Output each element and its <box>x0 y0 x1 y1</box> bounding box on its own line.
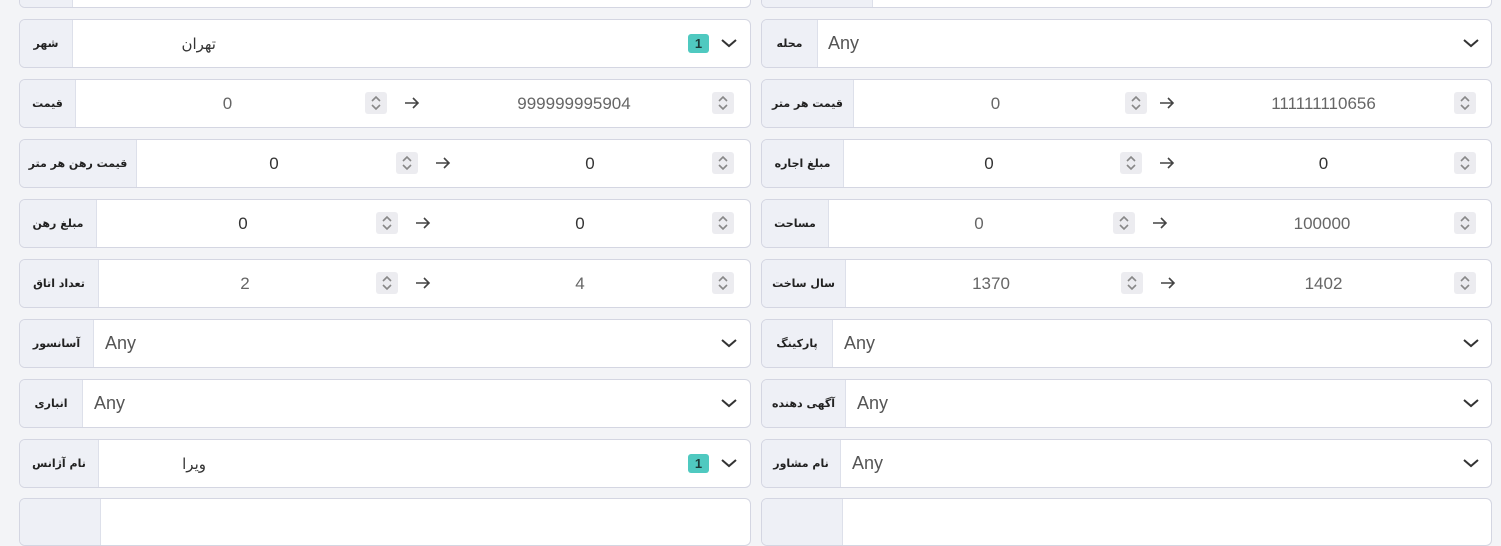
up-down-spinner-icon[interactable] <box>712 212 734 234</box>
rent-to-input[interactable]: 0 <box>1182 140 1465 187</box>
chevron-down-icon[interactable] <box>720 337 738 349</box>
arrow-right-icon <box>416 217 431 229</box>
up-down-spinner-icon[interactable] <box>1454 272 1476 294</box>
up-down-spinner-icon[interactable] <box>1125 92 1147 114</box>
up-down-spinner-icon[interactable] <box>376 272 398 294</box>
area-label: مساحت <box>762 200 829 247</box>
chevron-down-icon[interactable] <box>720 457 738 469</box>
neighborhood-value: Any <box>828 33 860 53</box>
up-down-spinner-icon[interactable] <box>712 92 734 114</box>
build-year-to-input[interactable]: 1402 <box>1182 260 1465 307</box>
chevron-down-icon[interactable] <box>720 397 738 409</box>
rent-label: مبلغ اجاره <box>762 140 844 187</box>
price-label: قیمت <box>20 80 76 127</box>
deposit-per-meter-to-input[interactable]: 0 <box>460 140 720 187</box>
field-label-bg <box>762 0 873 7</box>
arrow-right-icon <box>405 97 420 109</box>
advertiser-label: آگهی دهنده <box>762 380 846 427</box>
up-down-spinner-icon[interactable] <box>1120 152 1142 174</box>
price-per-meter-label: قیمت هر متر <box>762 80 854 127</box>
chevron-down-icon[interactable] <box>1462 397 1480 409</box>
arrow-right-icon <box>1160 157 1175 169</box>
neighborhood-select[interactable]: محله Any <box>761 19 1492 68</box>
chevron-down-icon[interactable] <box>1462 337 1480 349</box>
price-range: قیمت 0 999999995904 <box>19 79 751 128</box>
consultant-value: Any <box>852 453 884 473</box>
up-down-spinner-icon[interactable] <box>1454 92 1476 114</box>
rooms-to-input[interactable]: 4 <box>440 260 720 307</box>
field-label-bg <box>762 499 843 545</box>
agency-count-badge: 1 <box>688 454 709 473</box>
agency-select[interactable]: نام آژانس ویرا 1 <box>19 439 751 488</box>
arrow-right-icon <box>1153 217 1168 229</box>
rooms-label: تعداد اتاق <box>20 260 99 307</box>
consultant-select[interactable]: نام مشاور Any <box>761 439 1492 488</box>
up-down-spinner-icon[interactable] <box>396 152 418 174</box>
build-year-from-input[interactable]: 1370 <box>846 260 1136 307</box>
storage-select[interactable]: انباری Any <box>19 379 751 428</box>
up-down-spinner-icon[interactable] <box>712 152 734 174</box>
deposit-per-meter-from-input[interactable]: 0 <box>137 140 411 187</box>
up-down-spinner-icon[interactable] <box>712 272 734 294</box>
rent-from-input[interactable]: 0 <box>844 140 1134 187</box>
area-range: مساحت 0 100000 <box>761 199 1492 248</box>
city-value: تهران <box>181 34 216 53</box>
up-down-spinner-icon[interactable] <box>1121 272 1143 294</box>
build-year-range: سال ساخت 1370 1402 <box>761 259 1492 308</box>
chevron-down-icon[interactable] <box>1462 37 1480 49</box>
parking-select[interactable]: پارکینگ Any <box>761 319 1492 368</box>
up-down-spinner-icon[interactable] <box>365 92 387 114</box>
build-year-label: سال ساخت <box>762 260 846 307</box>
elevator-select[interactable]: آسانسور Any <box>19 319 751 368</box>
up-down-spinner-icon[interactable] <box>1113 212 1135 234</box>
elevator-value: Any <box>105 333 137 353</box>
rooms-from-input[interactable]: 2 <box>99 260 391 307</box>
arrow-right-icon <box>416 277 431 289</box>
parking-label: پارکینگ <box>762 320 833 367</box>
area-to-input[interactable]: 100000 <box>1177 200 1467 247</box>
price-per-meter-to-input[interactable]: 111111110656 <box>1182 80 1465 127</box>
storage-value: Any <box>94 393 126 413</box>
city-select[interactable]: شهر تهران 1 <box>19 19 751 68</box>
consultant-label: نام مشاور <box>762 440 841 487</box>
up-down-spinner-icon[interactable] <box>1454 212 1476 234</box>
agency-value: ویرا <box>182 454 206 473</box>
field-label-bg <box>20 499 101 545</box>
deposit-per-meter-range: قیمت رهن هر متر 0 0 <box>19 139 751 188</box>
up-down-spinner-icon[interactable] <box>1454 152 1476 174</box>
price-per-meter-range: قیمت هر متر 0 111111110656 <box>761 79 1492 128</box>
field-label-bg <box>20 0 73 7</box>
rooms-range: تعداد اتاق 2 4 <box>19 259 751 308</box>
city-label: شهر <box>20 20 73 67</box>
neighborhood-label: محله <box>762 20 818 67</box>
arrow-right-icon <box>1160 97 1175 109</box>
deposit-from-input[interactable]: 0 <box>97 200 389 247</box>
parking-value: Any <box>844 333 876 353</box>
partial-field-bottom-right <box>761 498 1492 546</box>
price-per-meter-from-input[interactable]: 0 <box>854 80 1137 127</box>
deposit-label: مبلغ رهن <box>20 200 97 247</box>
chevron-down-icon[interactable] <box>720 37 738 49</box>
partial-field-top-right <box>761 0 1492 8</box>
city-count-badge: 1 <box>688 34 709 53</box>
price-to-input[interactable]: 999999995904 <box>429 80 719 127</box>
partial-field-top-left <box>19 0 751 8</box>
agency-label: نام آژانس <box>20 440 99 487</box>
elevator-label: آسانسور <box>20 320 94 367</box>
deposit-per-meter-label: قیمت رهن هر متر <box>20 140 137 187</box>
advertiser-select[interactable]: آگهی دهنده Any <box>761 379 1492 428</box>
area-from-input[interactable]: 0 <box>829 200 1129 247</box>
deposit-range: مبلغ رهن 0 0 <box>19 199 751 248</box>
arrow-right-icon <box>436 157 451 169</box>
rent-range: مبلغ اجاره 0 0 <box>761 139 1492 188</box>
chevron-down-icon[interactable] <box>1462 457 1480 469</box>
price-from-input[interactable]: 0 <box>76 80 379 127</box>
deposit-to-input[interactable]: 0 <box>440 200 720 247</box>
up-down-spinner-icon[interactable] <box>376 212 398 234</box>
arrow-right-icon <box>1161 277 1176 289</box>
partial-field-bottom-left <box>19 498 751 546</box>
advertiser-value: Any <box>857 393 889 413</box>
storage-label: انباری <box>20 380 83 427</box>
